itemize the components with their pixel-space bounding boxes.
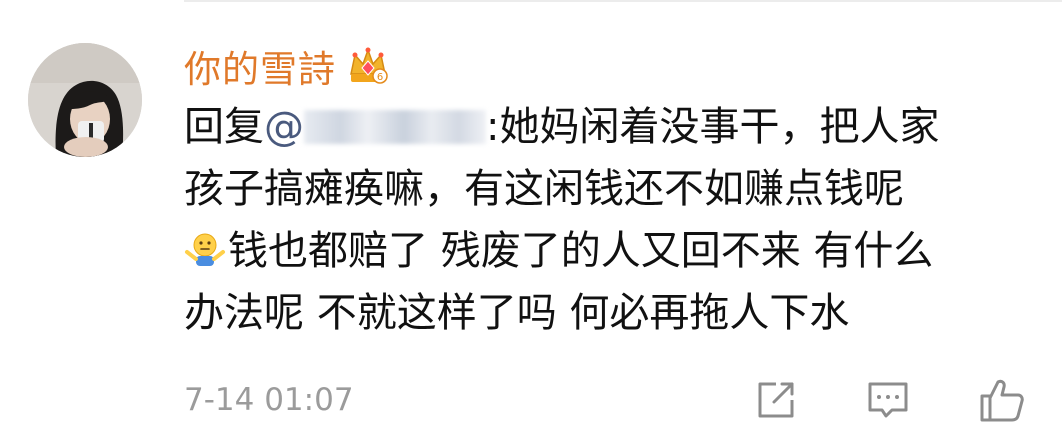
- like-button[interactable]: [978, 376, 1026, 424]
- thumbs-up-icon: [980, 379, 1024, 422]
- share-icon: [758, 382, 794, 418]
- share-button[interactable]: [752, 376, 800, 424]
- comment-line-1: 回复@ :她妈闲着没事干，把人家: [184, 96, 1044, 158]
- comment-text: 回复@ :她妈闲着没事干，把人家 孩子搞瘫痪嘛，有这闲钱还不如赚点钱呢 钱也都赔了…: [184, 96, 1044, 344]
- shrug-emoji-icon: [184, 226, 226, 268]
- divider: [184, 0, 1062, 2]
- mention-at-sign: @: [264, 104, 304, 150]
- username-row: 你的雪詩 6: [184, 38, 390, 94]
- reply-prefix: 回复: [184, 104, 264, 150]
- comment-icon: [868, 382, 908, 418]
- username[interactable]: 你的雪詩: [184, 39, 336, 93]
- mention-link[interactable]: @: [264, 104, 486, 150]
- comment-line-1-text: :她妈闲着没事干，把人家: [486, 104, 940, 150]
- svg-text:6: 6: [377, 72, 383, 83]
- avatar-image: [28, 43, 142, 157]
- redacted-mention-name: [304, 110, 486, 144]
- comment-line-4: 办法呢 不就这样了吗 何必再拖人下水: [184, 290, 850, 336]
- comment-line-2: 孩子搞瘫痪嘛，有这闲钱还不如赚点钱呢: [184, 166, 904, 212]
- avatar[interactable]: [28, 43, 142, 157]
- comment-line-3: 钱也都赔了 残废了的人又回不来 有什么: [184, 220, 1044, 282]
- timestamp: 7-14 01:07: [184, 382, 354, 418]
- comment-card: 你的雪詩 6 回复@ :她妈闲着没事干，把人家 孩子搞瘫痪嘛，有这闲钱还不如赚点钱…: [0, 0, 1062, 444]
- crown-vip-badge-icon[interactable]: 6: [346, 44, 390, 88]
- reply-button[interactable]: [864, 376, 912, 424]
- comment-line-3-text: 钱也都赔了 残废了的人又回不来 有什么: [228, 228, 934, 274]
